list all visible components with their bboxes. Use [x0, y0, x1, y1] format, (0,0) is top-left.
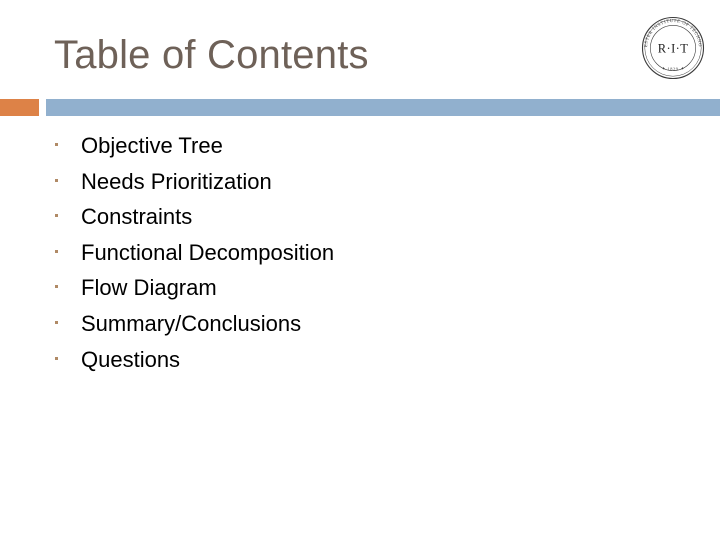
bullet-dot-icon: [55, 356, 58, 360]
list-item-label: Needs Prioritization: [81, 168, 272, 194]
bullet-dot-icon: [55, 285, 58, 289]
seal-monogram: R·I·T: [658, 41, 688, 55]
rit-seal-logo: ROCHESTER INSTITUTE OF TECHNOLOGY R·I·T …: [639, 14, 707, 82]
list-item[interactable]: Needs Prioritization: [47, 167, 607, 203]
seal-star-right: ✦: [681, 66, 685, 71]
list-item[interactable]: Flow Diagram: [47, 273, 607, 309]
page-title: Table of Contents: [54, 33, 369, 77]
slide-canvas: Table of Contents Objective Tree Needs P…: [0, 0, 720, 540]
bullet-dot-icon: [55, 320, 58, 324]
list-item[interactable]: Summary/Conclusions: [47, 309, 607, 345]
list-item[interactable]: Questions: [47, 345, 607, 381]
divider-bar: [46, 99, 720, 116]
list-item-label: Objective Tree: [81, 133, 223, 158]
seal-star-left: ✦: [662, 66, 666, 71]
bullet-dot-icon: [55, 214, 58, 218]
list-item-label: Summary/Conclusions: [81, 310, 302, 336]
list-item-label: Constraints: [81, 204, 193, 230]
seal-year: 1829: [667, 67, 678, 72]
bullet-dot-icon: [55, 178, 58, 182]
table-of-contents-list: Objective Tree Needs Prioritization Cons…: [47, 131, 607, 380]
list-item[interactable]: Objective Tree: [47, 131, 607, 167]
bullet-dot-icon: [55, 249, 58, 253]
list-item-label: Functional Decomposition: [81, 239, 335, 265]
divider-accent-block: [0, 99, 39, 116]
list-item-label: Flow Diagram: [81, 275, 217, 301]
list-item-label: Questions: [81, 346, 181, 372]
list-item[interactable]: Functional Decomposition: [47, 238, 607, 274]
bullet-dot-icon: [55, 143, 58, 146]
list-item[interactable]: Constraints: [47, 202, 607, 238]
